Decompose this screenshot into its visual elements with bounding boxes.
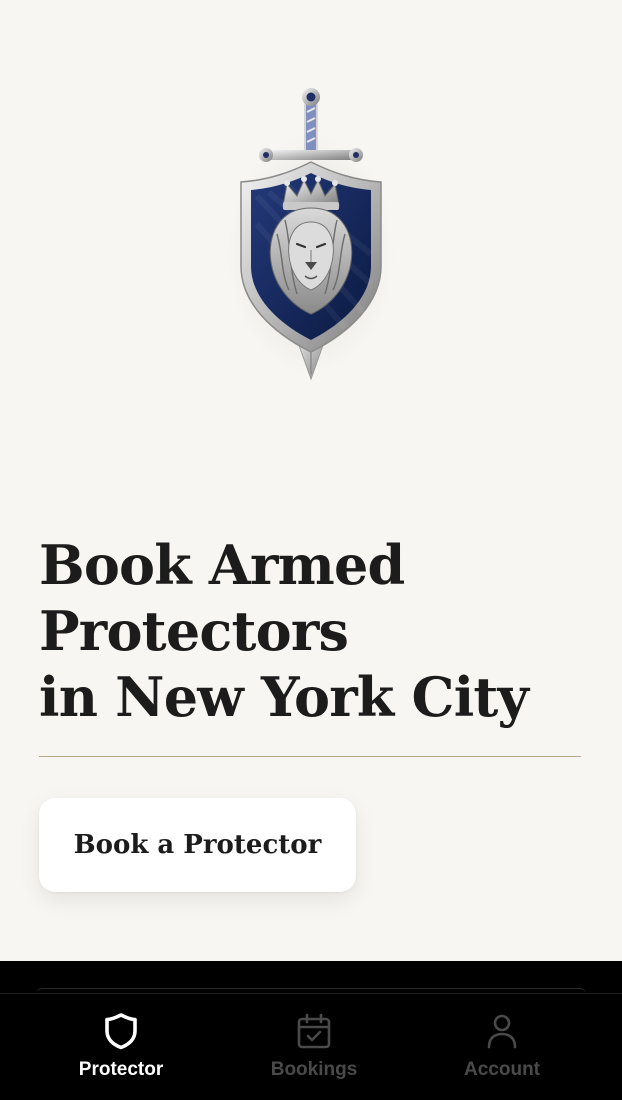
tab-protector-label: Protector bbox=[78, 1059, 164, 1080]
calendar-check-icon bbox=[297, 1013, 331, 1049]
headline-line-1: Book Armed bbox=[39, 533, 405, 597]
tab-bookings-label: Bookings bbox=[270, 1059, 358, 1080]
shield-icon bbox=[105, 1013, 137, 1050]
hero-headline: Book Armed Protectors in New York City bbox=[39, 532, 599, 730]
headline-line-3: in New York City bbox=[39, 665, 529, 729]
bottom-tab-bar: Protector Bookings Account bbox=[0, 961, 622, 1100]
lion-shield-sword-emblem bbox=[225, 84, 397, 384]
tab-bookings[interactable]: Bookings bbox=[239, 1011, 389, 1089]
tabbar-divider bbox=[0, 993, 622, 994]
home-screen: Book Armed Protectors in New York City B… bbox=[0, 0, 622, 1100]
person-icon bbox=[487, 1014, 517, 1049]
tab-account-label: Account bbox=[464, 1059, 540, 1080]
tab-account[interactable]: Account bbox=[427, 1011, 577, 1089]
book-protector-button[interactable]: Book a Protector bbox=[39, 798, 356, 892]
headline-line-2: Protectors bbox=[39, 599, 349, 663]
tab-protector[interactable]: Protector bbox=[46, 1011, 196, 1089]
headline-divider bbox=[39, 756, 581, 757]
